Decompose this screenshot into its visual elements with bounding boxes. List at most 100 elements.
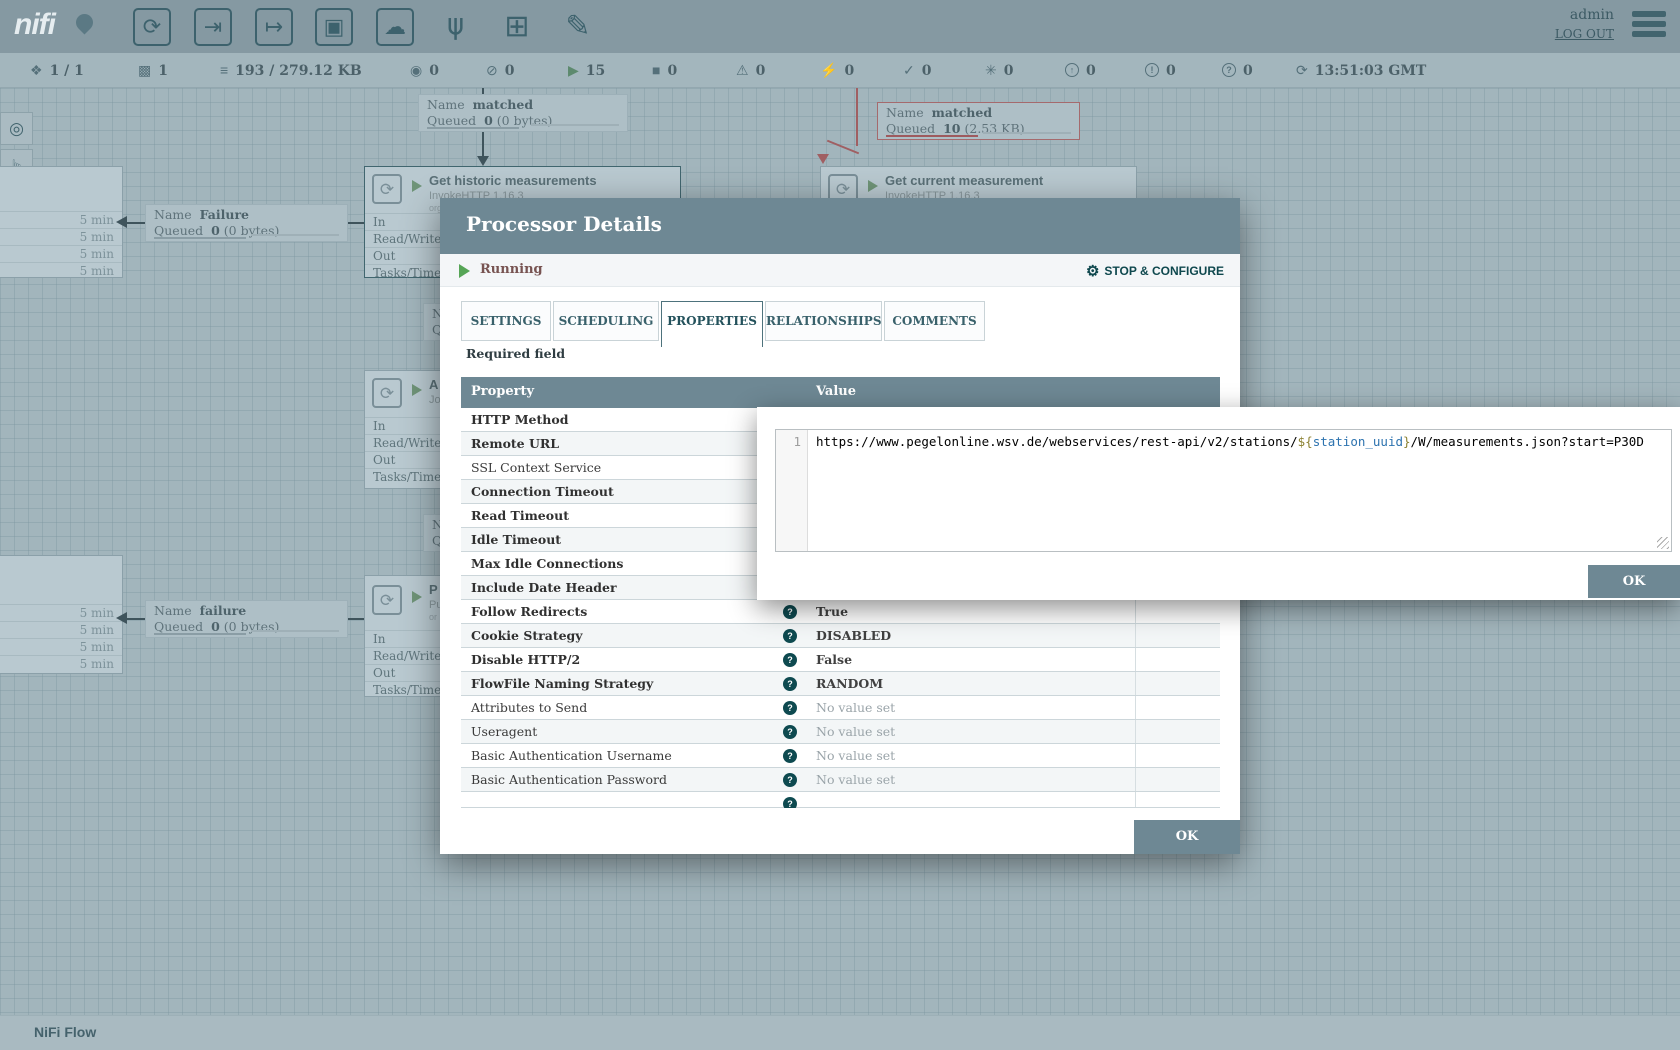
- check-icon: ✓: [903, 53, 915, 88]
- dialog-header: Processor Details: [440, 198, 1240, 254]
- property-row-partial[interactable]: ?: [461, 792, 1220, 808]
- processor-clipped-bottom-left[interactable]: 5 min 5 min 5 min 5 min: [0, 555, 123, 674]
- processor-name: Get current measurement: [885, 173, 1043, 188]
- status-bar: ❖1 / 1 ▩1 ≡193 / 279.12 KB ◉0 ⊘0 ▶15 ■0 …: [0, 53, 1680, 88]
- help-icon[interactable]: ?: [783, 797, 797, 808]
- nifi-logo: nifi: [14, 8, 55, 42]
- property-row[interactable]: Basic Authentication Password?No value s…: [461, 768, 1220, 792]
- stat-label: Out: [373, 453, 395, 467]
- connection-label-matched-alert[interactable]: Name matched Queued 10 (2.53 KB): [877, 102, 1080, 140]
- stat-cluster: ❖1 / 1: [30, 53, 84, 88]
- stat-window: 5 min: [80, 657, 114, 671]
- line-number-gutter: 1: [776, 430, 808, 551]
- line-number: 1: [793, 434, 801, 449]
- output-port-icon[interactable]: ↦: [255, 8, 293, 46]
- help-icon[interactable]: ?: [783, 653, 797, 667]
- queued-label: Queued: [154, 223, 203, 238]
- property-row[interactable]: Useragent?No value set: [461, 720, 1220, 744]
- stat-transmitting: ◉0: [410, 53, 439, 88]
- template-icon[interactable]: ⊞: [498, 8, 536, 46]
- processor-icon[interactable]: ⟳: [133, 8, 171, 46]
- help-icon[interactable]: ?: [783, 629, 797, 643]
- stat-label: Read/Write: [373, 649, 441, 663]
- help-icon[interactable]: ?: [783, 725, 797, 739]
- help-icon[interactable]: ?: [783, 749, 797, 763]
- process-group-icon[interactable]: ▣: [315, 8, 353, 46]
- property-row[interactable]: Disable HTTP/2?False: [461, 648, 1220, 672]
- tab-scheduling[interactable]: SCHEDULING: [553, 301, 659, 341]
- queued-label: Queued: [427, 113, 476, 128]
- stat-window: 5 min: [80, 230, 114, 244]
- tab-settings[interactable]: SETTINGS: [461, 301, 551, 341]
- global-menu-icon[interactable]: [1632, 11, 1666, 41]
- connection-label-failure[interactable]: Name Failure Queued 0 (0 bytes): [145, 204, 348, 242]
- help-icon[interactable]: ?: [783, 605, 797, 619]
- property-column-header: Property: [471, 384, 534, 399]
- connection-name: matched: [473, 97, 534, 112]
- arrow-down-icon: [477, 156, 489, 166]
- stat-value: 0: [1086, 63, 1096, 79]
- help-icon[interactable]: ?: [783, 701, 797, 715]
- stat-value: 0: [667, 63, 677, 79]
- processor-name: P: [429, 582, 438, 597]
- play-icon: ▶: [568, 53, 579, 88]
- remote-process-group-icon[interactable]: ☁: [376, 8, 414, 46]
- breadcrumb-bar: NiFi Flow: [0, 1015, 1680, 1050]
- logout-link[interactable]: LOG OUT: [1555, 27, 1614, 41]
- input-port-icon[interactable]: ⇥: [194, 8, 232, 46]
- tab-properties[interactable]: PROPERTIES: [661, 301, 763, 347]
- queued-icon: ≡: [220, 53, 228, 88]
- name-label: Name: [154, 207, 192, 222]
- stat-label: Tasks/Time: [373, 266, 441, 280]
- last-refresh-time: 13:51:03 GMT: [1315, 63, 1427, 79]
- stat-label: Tasks/Time: [373, 683, 441, 697]
- stat-refresh[interactable]: ⟳13:51:03 GMT: [1296, 53, 1426, 88]
- processor-icon: ⟳: [372, 585, 402, 615]
- running-icon: [412, 384, 422, 396]
- stop-configure-button[interactable]: ⚙STOP & CONFIGURE: [1086, 262, 1224, 280]
- property-row[interactable]: Cookie Strategy?DISABLED: [461, 624, 1220, 648]
- property-row[interactable]: Basic Authentication Username?No value s…: [461, 744, 1220, 768]
- property-row[interactable]: Follow Redirects?True: [461, 600, 1220, 624]
- stat-value: 0: [1004, 63, 1014, 79]
- processor-clipped-top-left[interactable]: 5 min 5 min 5 min 5 min: [0, 166, 123, 278]
- stat-value: 0: [505, 63, 515, 79]
- stat-label: Out: [373, 249, 395, 263]
- required-field-note: Required field: [466, 346, 565, 361]
- stat-label: Read/Write: [373, 436, 441, 450]
- breadcrumb[interactable]: NiFi Flow: [34, 1024, 96, 1040]
- property-row[interactable]: Attributes to Send?No value set: [461, 696, 1220, 720]
- tab-comments[interactable]: COMMENTS: [884, 301, 985, 341]
- stat-window: 5 min: [80, 247, 114, 261]
- funnel-icon[interactable]: ⋔: [437, 8, 475, 46]
- remote-url-value[interactable]: https://www.pegelonline.wsv.de/webservic…: [816, 434, 1667, 449]
- app-header: nifi ⟳ ⇥ ↦ ▣ ☁ ⋔ ⊞ ✎ admin LOG OUT: [0, 0, 1680, 53]
- stat-threads: ▩1: [138, 53, 168, 88]
- stat-window: 5 min: [80, 623, 114, 637]
- value-editor[interactable]: 1 https://www.pegelonline.wsv.de/webserv…: [775, 429, 1672, 552]
- value-editor-popup: 1 https://www.pegelonline.wsv.de/webserv…: [757, 407, 1680, 600]
- value-column-header: Value: [816, 384, 856, 399]
- connection-label-matched[interactable]: Name matched Queued 0 (0 bytes): [418, 94, 628, 132]
- bolt-icon: ⚡: [820, 53, 837, 88]
- queued-count: 10: [943, 121, 960, 136]
- compass-icon[interactable]: ◎: [0, 112, 33, 145]
- connection-line-alert: [856, 88, 858, 146]
- connection-label-failure-2[interactable]: Name failure Queued 0 (0 bytes): [145, 600, 348, 638]
- label-icon[interactable]: ✎: [559, 8, 597, 46]
- property-row[interactable]: FlowFile Naming Strategy?RANDOM: [461, 672, 1220, 696]
- queued-count: 0: [211, 223, 220, 238]
- stat-disabled: ⚡0: [820, 53, 854, 88]
- tab-relationships[interactable]: RELATIONSHIPS: [765, 301, 882, 341]
- stat-window: 5 min: [80, 640, 114, 654]
- dialog-ok-button[interactable]: OK: [1134, 820, 1240, 854]
- processor-name: A: [429, 377, 438, 392]
- help-icon[interactable]: ?: [783, 677, 797, 691]
- editor-ok-button[interactable]: OK: [1588, 565, 1680, 598]
- help-icon[interactable]: ?: [783, 773, 797, 787]
- stat-label: In: [373, 419, 385, 433]
- stat-value: 0: [844, 63, 854, 79]
- queued-count: 0: [484, 113, 493, 128]
- stat-not-transmitting: ⊘0: [486, 53, 514, 88]
- resize-handle[interactable]: [1657, 537, 1669, 549]
